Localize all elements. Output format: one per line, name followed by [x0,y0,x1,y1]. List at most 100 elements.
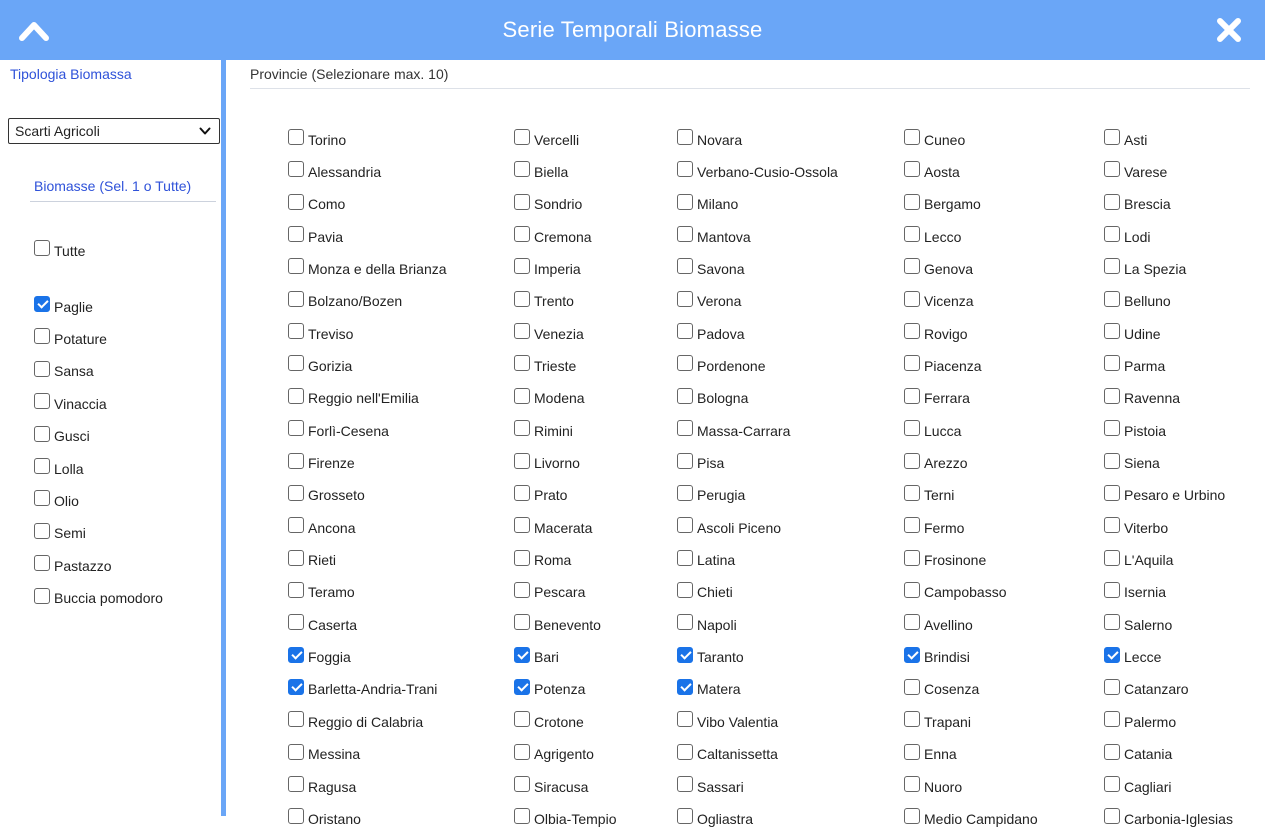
checkbox[interactable] [677,646,693,663]
provincia-item[interactable]: Teramo [288,579,355,601]
provincia-item[interactable]: Pordenone [677,352,766,374]
checkbox[interactable] [677,129,693,145]
checkbox[interactable] [514,323,530,340]
provincia-item[interactable]: Siena [1104,450,1160,472]
checkbox[interactable] [904,323,920,340]
provincia-item[interactable]: Brescia [1104,191,1171,213]
provincia-item[interactable]: Milano [677,191,738,213]
provincia-item[interactable]: Rimini [514,417,573,439]
provincia-item[interactable]: Bologna [677,385,748,407]
provincia-item[interactable]: Catania [1104,741,1172,763]
checkbox[interactable] [677,711,693,728]
provincia-item[interactable]: Bari [514,644,559,666]
checkbox[interactable] [288,517,304,534]
checkbox[interactable] [34,587,50,604]
provincia-item[interactable]: Trento [514,288,574,310]
checkbox[interactable] [514,452,530,469]
provincia-item[interactable]: Udine [1104,320,1161,342]
provincia-item[interactable]: Trapani [904,708,971,730]
checkbox[interactable] [904,484,920,501]
checkbox[interactable] [514,517,530,534]
biomassa-item[interactable]: Olio [34,487,79,509]
provincia-item[interactable]: Ravenna [1104,385,1180,407]
checkbox[interactable] [288,323,304,340]
biomassa-item[interactable]: Potature [34,325,107,347]
provincia-item[interactable]: Macerata [514,514,592,536]
checkbox[interactable] [677,484,693,501]
checkbox[interactable] [904,711,920,728]
checkbox[interactable] [288,646,304,663]
checkbox[interactable] [34,490,50,507]
provincia-item[interactable]: Torino [288,126,346,148]
provincia-item[interactable]: Treviso [288,320,353,342]
provincia-item[interactable]: Trieste [514,352,576,374]
provincia-item[interactable]: Pistoia [1104,417,1166,439]
checkbox[interactable] [1104,614,1120,631]
checkbox[interactable] [1104,743,1120,760]
provincia-item[interactable]: Modena [514,385,585,407]
provincia-item[interactable]: Vercelli [514,126,579,148]
checkbox[interactable] [288,226,304,243]
provincia-item[interactable]: Como [288,191,345,213]
checkbox[interactable] [904,452,920,469]
provincia-item[interactable]: Ragusa [288,773,356,795]
checkbox[interactable] [904,517,920,534]
checkbox[interactable] [514,581,530,598]
provincia-item[interactable]: Bolzano/Bozen [288,288,402,310]
checkbox[interactable] [677,193,693,210]
provincia-item[interactable]: Novara [677,126,742,148]
checkbox[interactable] [1104,226,1120,243]
provincia-item[interactable]: Vicenza [904,288,974,310]
biomassa-item[interactable]: Lolla [34,455,84,477]
checkbox[interactable] [288,808,304,825]
checkbox[interactable] [904,258,920,275]
provincia-item[interactable]: Pesaro e Urbino [1104,482,1225,504]
provincia-item[interactable]: Savona [677,255,744,277]
provincia-item[interactable]: Prato [514,482,567,504]
checkbox[interactable] [288,743,304,760]
provincia-item[interactable]: Rieti [288,547,336,569]
checkbox[interactable] [34,458,50,474]
provincia-item[interactable]: Cagliari [1104,773,1171,795]
checkbox[interactable] [288,776,304,792]
provincia-item[interactable]: Campobasso [904,579,1007,601]
checkbox[interactable] [288,420,304,437]
provincia-item[interactable]: Frosinone [904,547,986,569]
checkbox[interactable] [514,290,530,307]
checkbox[interactable] [677,614,693,631]
checkbox[interactable] [1104,517,1120,534]
checkbox[interactable] [514,420,530,437]
checkbox[interactable] [514,614,530,631]
checkbox[interactable] [514,355,530,372]
provincia-item[interactable]: Parma [1104,352,1165,374]
provincia-item[interactable]: Palermo [1104,708,1176,730]
provincia-item[interactable]: Verbano-Cusio-Ossola [677,158,838,180]
provincia-item[interactable]: Pavia [288,223,343,245]
provincia-item[interactable]: Bergamo [904,191,981,213]
provincia-item[interactable]: Cremona [514,223,592,245]
provincia-item[interactable]: Catanzaro [1104,676,1189,698]
provincia-item[interactable]: Arezzo [904,450,968,472]
checkbox[interactable] [1104,355,1120,372]
checkbox[interactable] [904,129,920,145]
provincia-item[interactable]: Massa-Carrara [677,417,790,439]
checkbox[interactable] [904,678,920,695]
provincia-item[interactable]: Carbonia-Iglesias [1104,805,1233,827]
biomassa-item[interactable]: Sansa [34,358,94,380]
biomassa-tutte[interactable]: Tutte [34,237,85,259]
provincia-item[interactable]: Benevento [514,611,601,633]
provincia-item[interactable]: Ancona [288,514,355,536]
provincia-item[interactable]: Asti [1104,126,1147,148]
biomassa-item[interactable]: Gusci [34,423,90,445]
provincia-item[interactable]: L'Aquila [1104,547,1173,569]
provincia-item[interactable]: Matera [677,676,741,698]
provincia-item[interactable]: Chieti [677,579,733,601]
provincia-item[interactable]: Varese [1104,158,1167,180]
provincia-item[interactable]: Salerno [1104,611,1172,633]
provincia-item[interactable]: Imperia [514,255,581,277]
checkbox[interactable] [904,161,920,178]
close-icon[interactable] [1215,16,1243,44]
checkbox[interactable] [288,581,304,598]
checkbox[interactable] [34,360,50,377]
provincia-item[interactable]: Terni [904,482,954,504]
